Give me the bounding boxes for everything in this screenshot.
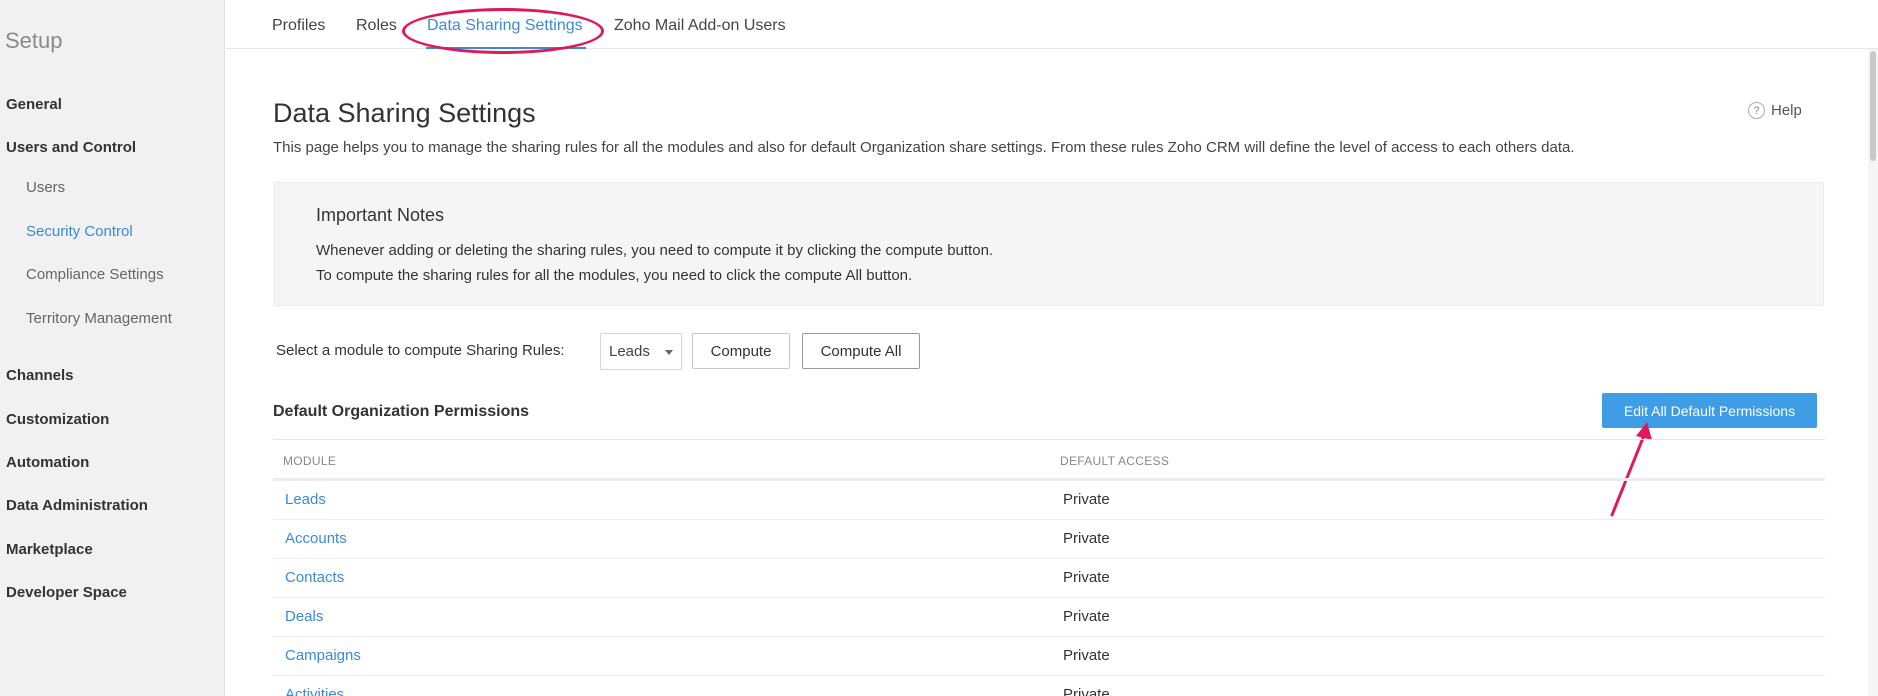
- table-row: Deals Private: [273, 598, 1825, 637]
- module-link-contacts[interactable]: Contacts: [285, 569, 344, 586]
- sidebar-item-channels[interactable]: Channels: [6, 367, 74, 384]
- default-access-value: Private: [1063, 647, 1110, 664]
- module-link-accounts[interactable]: Accounts: [285, 530, 347, 547]
- table-row: Contacts Private: [273, 559, 1825, 598]
- module-select-value: Leads: [609, 343, 650, 360]
- default-access-value: Private: [1063, 530, 1110, 547]
- column-header-module: MODULE: [283, 454, 337, 468]
- active-tab-indicator: [426, 47, 586, 49]
- sidebar-item-general[interactable]: General: [6, 96, 62, 113]
- table-row: Accounts Private: [273, 520, 1825, 559]
- module-link-campaigns[interactable]: Campaigns: [285, 647, 361, 664]
- tab-profiles[interactable]: Profiles: [272, 17, 325, 35]
- table-row: Activities Private: [273, 676, 1825, 696]
- edit-all-default-permissions-button[interactable]: Edit All Default Permissions: [1602, 393, 1817, 428]
- module-link-deals[interactable]: Deals: [285, 608, 323, 625]
- help-label: Help: [1771, 102, 1802, 119]
- top-tab-bar: Profiles Roles Data Sharing Settings Zoh…: [226, 0, 1878, 49]
- permissions-table: MODULE DEFAULT ACCESS Leads Private Acco…: [273, 439, 1825, 696]
- table-row: Leads Private: [273, 481, 1825, 520]
- important-notes-panel: Important Notes Whenever adding or delet…: [274, 182, 1824, 306]
- module-link-leads[interactable]: Leads: [285, 491, 326, 508]
- default-access-value: Private: [1063, 686, 1110, 696]
- default-permissions-title: Default Organization Permissions: [273, 403, 530, 420]
- table-header: MODULE DEFAULT ACCESS: [273, 439, 1825, 481]
- sidebar-title: Setup: [5, 28, 63, 53]
- default-access-value: Private: [1063, 491, 1110, 508]
- page-title: Data Sharing Settings: [273, 98, 536, 128]
- sidebar-item-automation[interactable]: Automation: [6, 454, 89, 471]
- notes-title: Important Notes: [316, 205, 445, 225]
- tab-data-sharing-settings[interactable]: Data Sharing Settings: [427, 17, 583, 35]
- sidebar-item-users[interactable]: Users: [26, 179, 65, 196]
- module-select[interactable]: Leads: [600, 333, 682, 370]
- page-scrollbar[interactable]: [1868, 49, 1878, 696]
- sidebar-item-territory-management[interactable]: Territory Management: [26, 310, 172, 327]
- tab-roles[interactable]: Roles: [356, 17, 397, 35]
- setup-sidebar: Setup General Users and Control Users Se…: [0, 0, 225, 696]
- help-icon: ?: [1748, 102, 1765, 119]
- help-link[interactable]: ? Help: [1748, 102, 1802, 119]
- tab-zoho-mail-add-on-users[interactable]: Zoho Mail Add-on Users: [614, 17, 786, 35]
- sidebar-item-developer-space[interactable]: Developer Space: [6, 584, 127, 601]
- sidebar-item-marketplace[interactable]: Marketplace: [6, 541, 93, 558]
- sidebar-item-customization[interactable]: Customization: [6, 411, 109, 428]
- sidebar-item-data-administration[interactable]: Data Administration: [6, 497, 148, 514]
- default-access-value: Private: [1063, 608, 1110, 625]
- notes-line-2: To compute the sharing rules for all the…: [316, 267, 913, 284]
- compute-module-label: Select a module to compute Sharing Rules…: [276, 342, 565, 359]
- sidebar-item-security-control[interactable]: Security Control: [26, 223, 133, 240]
- default-access-value: Private: [1063, 569, 1110, 586]
- sidebar-item-compliance-settings[interactable]: Compliance Settings: [26, 266, 164, 283]
- compute-all-button[interactable]: Compute All: [802, 333, 920, 369]
- compute-button[interactable]: Compute: [692, 333, 790, 369]
- sidebar-item-users-and-control[interactable]: Users and Control: [6, 139, 136, 156]
- scrollbar-thumb[interactable]: [1870, 51, 1876, 161]
- table-row: Campaigns Private: [273, 637, 1825, 676]
- chevron-down-icon: [665, 350, 673, 355]
- module-link-activities[interactable]: Activities: [285, 686, 344, 696]
- notes-line-1: Whenever adding or deleting the sharing …: [316, 242, 994, 259]
- page-description: This page helps you to manage the sharin…: [273, 139, 1575, 156]
- column-header-default-access: DEFAULT ACCESS: [1060, 454, 1170, 468]
